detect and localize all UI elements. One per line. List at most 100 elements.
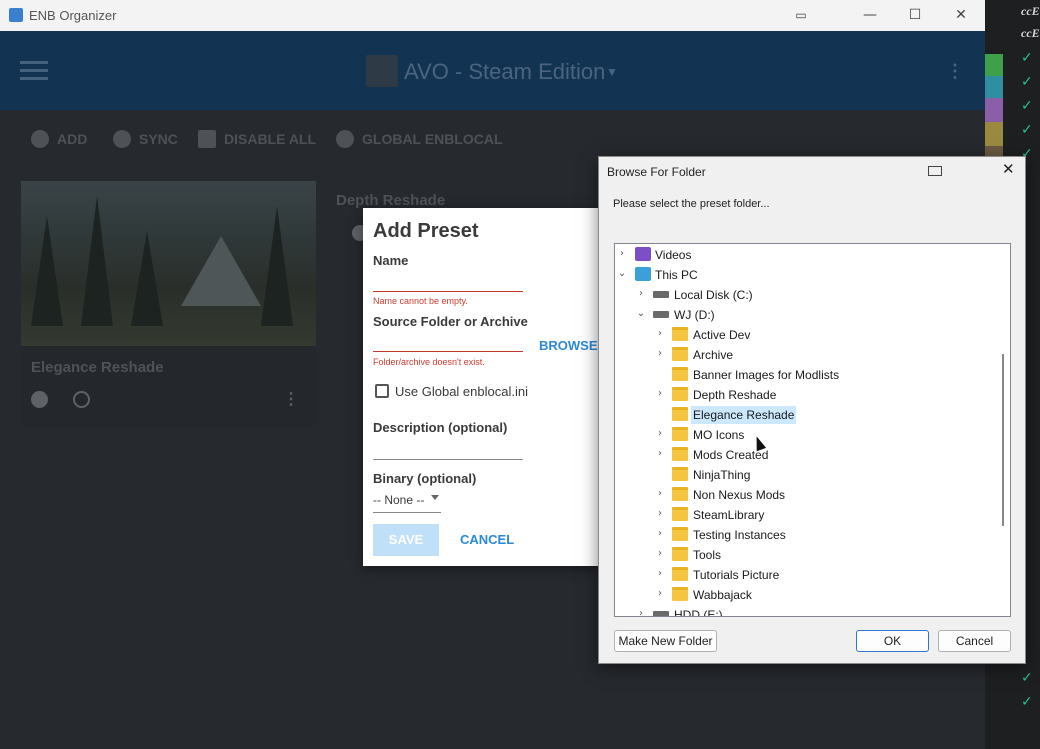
disable-all-button[interactable]: DISABLE ALL bbox=[198, 130, 316, 148]
video-folder-icon bbox=[635, 247, 651, 261]
chevron-right-icon[interactable]: › bbox=[635, 608, 647, 616]
preset-card[interactable]: Elegance Reshade ⋮ bbox=[21, 181, 316, 426]
drive-icon bbox=[653, 611, 669, 616]
chevron-right-icon[interactable]: › bbox=[654, 488, 666, 500]
ok-button[interactable]: OK bbox=[856, 630, 929, 652]
preset-thumbnail bbox=[21, 181, 316, 346]
add-label: ADD bbox=[57, 131, 88, 147]
save-button[interactable]: SAVE bbox=[373, 524, 439, 556]
folder-icon bbox=[672, 347, 688, 361]
chevron-down-icon[interactable]: ⌄ bbox=[616, 268, 628, 280]
sync-icon bbox=[113, 130, 131, 148]
chevron-right-icon[interactable]: › bbox=[635, 288, 647, 300]
dialog-title: Browse For Folder bbox=[607, 165, 706, 179]
cancel-button[interactable]: Cancel bbox=[938, 630, 1011, 652]
computer-icon bbox=[635, 267, 651, 281]
thumbnail-tree bbox=[131, 231, 163, 326]
color-swatch bbox=[985, 122, 1003, 146]
add-circle-icon bbox=[31, 130, 49, 148]
close-button[interactable]: ✕ bbox=[1002, 160, 1015, 178]
app-header: AVO - Steam Edition ▼ ⋮ bbox=[0, 31, 985, 110]
binary-select[interactable]: -- None -- bbox=[373, 491, 441, 513]
folder-icon bbox=[672, 507, 688, 521]
add-preset-dialog: Add Preset Name Name cannot be empty. So… bbox=[363, 208, 603, 566]
chevron-down-icon[interactable]: ⌄ bbox=[635, 308, 647, 320]
chevron-right-icon[interactable]: › bbox=[616, 248, 628, 260]
tree-item-local-disk[interactable]: › Local Disk (C:) bbox=[615, 285, 995, 305]
description-input[interactable] bbox=[373, 444, 523, 460]
tree-item-label: MO Icons bbox=[693, 428, 745, 442]
close-button[interactable]: ✕ bbox=[938, 0, 984, 31]
name-input[interactable] bbox=[373, 278, 523, 292]
snap-layout-icon[interactable]: ▭ bbox=[778, 0, 824, 31]
cancel-button[interactable]: CANCEL bbox=[460, 532, 514, 547]
tree-item-folder[interactable]: › SteamLibrary bbox=[615, 505, 995, 525]
browse-for-folder-dialog: Browse For Folder ✕ Please select the pr… bbox=[598, 156, 1026, 664]
tree-item-folder[interactable]: › Wabbajack bbox=[615, 585, 995, 605]
browse-button[interactable]: BROWSE bbox=[539, 338, 598, 353]
drive-icon bbox=[653, 291, 669, 298]
tree-item-folder[interactable]: › Tutorials Picture bbox=[615, 565, 995, 585]
folder-icon bbox=[672, 427, 688, 441]
tree-item-folder[interactable]: › Mods Created bbox=[615, 445, 995, 465]
tree-item-folder[interactable]: › MO Icons bbox=[615, 425, 995, 445]
color-swatch bbox=[985, 76, 1003, 98]
global-enblocal-button[interactable]: GLOBAL ENBLOCAL bbox=[336, 130, 503, 148]
tree-item-folder[interactable]: › Non Nexus Mods bbox=[615, 485, 995, 505]
sync-button[interactable]: SYNC bbox=[113, 130, 178, 148]
edit-icon[interactable] bbox=[73, 391, 90, 408]
more-vert-icon[interactable]: ⋮ bbox=[946, 61, 964, 82]
chevron-right-icon[interactable]: › bbox=[654, 528, 666, 540]
snap-layout-icon[interactable] bbox=[928, 166, 942, 176]
tree-item-folder[interactable]: › Archive bbox=[615, 345, 995, 365]
scrollbar[interactable] bbox=[1002, 354, 1004, 526]
tree-item-videos[interactable]: › Videos bbox=[615, 245, 995, 265]
use-global-label: Use Global enblocal.ini bbox=[395, 384, 528, 399]
chevron-right-icon[interactable]: › bbox=[654, 348, 666, 360]
chevron-right-icon[interactable]: › bbox=[654, 448, 666, 460]
use-global-checkbox[interactable] bbox=[375, 384, 389, 398]
tree-item-folder[interactable]: › Tools bbox=[615, 545, 995, 565]
folder-tree[interactable]: › Videos ⌄ This PC › Local Disk (C:) ⌄ W… bbox=[614, 243, 1011, 617]
maximize-button[interactable]: ☐ bbox=[892, 0, 938, 31]
chevron-right-icon[interactable]: › bbox=[654, 548, 666, 560]
tree-item-folder-selected[interactable]: Elegance Reshade bbox=[615, 405, 995, 425]
chevron-right-icon[interactable]: › bbox=[654, 388, 666, 400]
chevron-right-icon[interactable]: › bbox=[654, 508, 666, 520]
more-vert-icon[interactable]: ⋮ bbox=[283, 389, 299, 409]
tree-item-hdd-drive[interactable]: › HDD (E:) bbox=[615, 605, 995, 616]
profile-title[interactable]: AVO - Steam Edition bbox=[404, 59, 605, 85]
profile-logo bbox=[366, 55, 398, 87]
tree-item-folder[interactable]: › Active Dev bbox=[615, 325, 995, 345]
chevron-right-icon[interactable]: › bbox=[654, 568, 666, 580]
tree-item-folder[interactable]: Banner Images for Modlists bbox=[615, 365, 995, 385]
source-input[interactable] bbox=[373, 338, 523, 352]
tree-item-folder[interactable]: › Depth Reshade bbox=[615, 385, 995, 405]
hamburger-menu-icon[interactable] bbox=[20, 61, 48, 81]
binary-label: Binary (optional) bbox=[373, 471, 477, 486]
chevron-right-icon[interactable]: › bbox=[654, 428, 666, 440]
chevron-right-icon[interactable]: › bbox=[654, 588, 666, 600]
chevron-right-icon[interactable]: › bbox=[654, 328, 666, 340]
globe-icon bbox=[336, 130, 354, 148]
tree-item-label: SteamLibrary bbox=[693, 508, 765, 522]
tree-item-wj-drive[interactable]: ⌄ WJ (D:) bbox=[615, 305, 995, 325]
folder-icon bbox=[672, 567, 688, 581]
minimize-button[interactable]: — bbox=[847, 0, 893, 31]
chevron-down-icon[interactable]: ▼ bbox=[606, 65, 618, 79]
name-error: Name cannot be empty. bbox=[373, 296, 468, 306]
enable-toggle[interactable] bbox=[31, 391, 48, 408]
check-icon: ✓ bbox=[1021, 122, 1033, 138]
folder-icon bbox=[672, 587, 688, 601]
dialog-prompt: Please select the preset folder... bbox=[613, 198, 770, 210]
tree-item-folder[interactable]: › Testing Instances bbox=[615, 525, 995, 545]
add-button[interactable]: ADD bbox=[31, 130, 87, 148]
preset-name: Depth Reshade bbox=[336, 192, 446, 209]
tree-item-folder[interactable]: NinjaThing bbox=[615, 465, 995, 485]
folder-icon bbox=[672, 387, 688, 401]
tree-item-label: This PC bbox=[655, 268, 698, 282]
tree-item-this-pc[interactable]: ⌄ This PC bbox=[615, 265, 995, 285]
make-new-folder-button[interactable]: Make New Folder bbox=[614, 630, 717, 652]
tree-item-label: Elegance Reshade bbox=[691, 406, 797, 424]
tree-item-label: Tools bbox=[693, 548, 722, 562]
